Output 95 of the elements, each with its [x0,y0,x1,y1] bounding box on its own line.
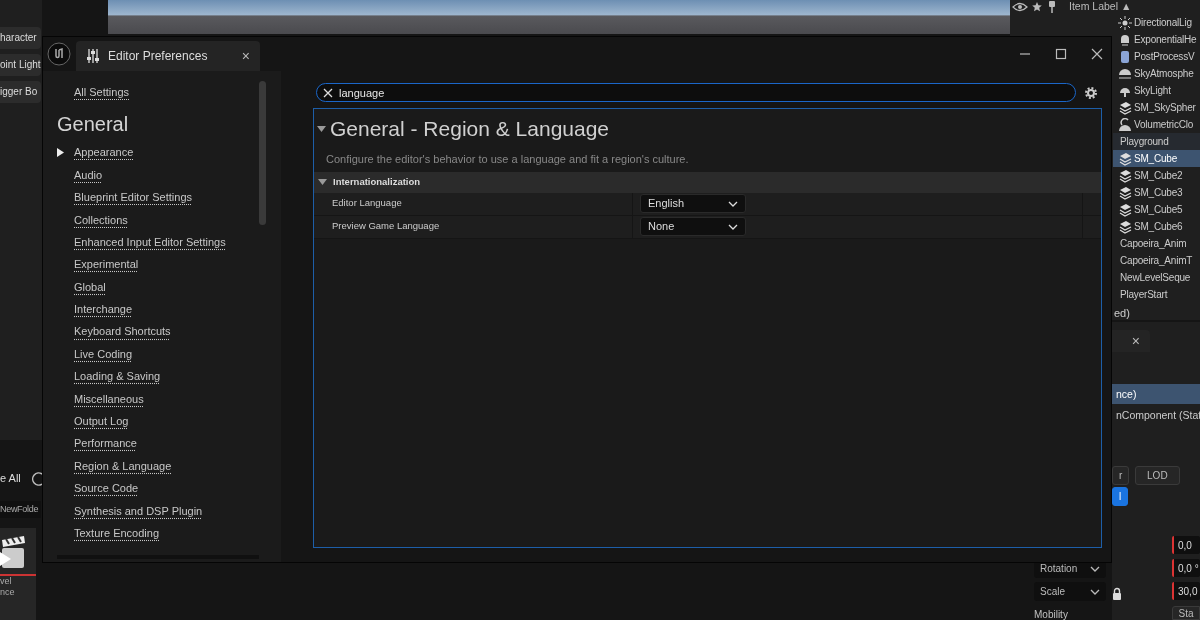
settings-link[interactable]: Global [74,275,106,299]
logo-icon [47,42,71,66]
outliner-row[interactable]: SM_Cube6 [1113,218,1200,235]
asset-label: nce [0,587,16,598]
settings-link[interactable]: All Settings [74,81,281,104]
cube-icon [1118,202,1132,217]
outliner-row[interactable]: SkyAtmosphe [1113,65,1200,82]
star-icon[interactable] [1031,1,1043,13]
dropdown[interactable]: None [640,217,746,236]
outliner-row[interactable]: SM_Cube3 [1113,184,1200,201]
chevron-down-icon [728,200,738,207]
filter-button[interactable]: r [1112,466,1130,485]
pin-icon[interactable] [1046,1,1058,13]
chevron-down-icon [728,223,738,230]
component-row[interactable]: nce) [1112,384,1200,404]
settings-link[interactable]: Source Code [74,477,139,500]
settings-link[interactable]: Output Log [74,410,129,433]
settings-link[interactable]: Performance [74,432,137,455]
collapse-arrow-icon[interactable] [318,179,327,185]
settings-link[interactable]: Keyboard Shortcuts [74,320,171,343]
settings-link[interactable]: Miscellaneous [74,387,144,411]
lamp-icon [1118,32,1132,47]
asset-label: vel [0,576,13,587]
outliner-row[interactable]: Capoeira_Anim [1113,235,1200,252]
section-title: General - Region & Language [330,116,610,142]
close-button[interactable]: × [241,49,250,63]
settings-link[interactable]: Texture Encoding [74,522,159,545]
asset-tile[interactable]: vel nce [0,528,36,620]
outliner-row[interactable]: VolumetricClo [1113,116,1200,133]
outliner-row[interactable]: DirectionalLig [1113,14,1200,31]
clear-icon[interactable] [323,87,333,98]
section-heading: General [57,112,130,138]
number-field[interactable]: 30,0 [1172,582,1200,600]
cylinder-icon [1118,49,1132,64]
filter-button[interactable]: l [1112,487,1129,506]
outliner-row[interactable]: NewLevelSeque [1113,269,1200,286]
outliner-row[interactable]: PostProcessV [1113,48,1200,65]
collapse-arrow-icon[interactable] [317,125,326,132]
cube-icon [1118,219,1132,234]
scrollbar[interactable] [259,81,266,225]
settings-link[interactable]: Interchange [74,298,133,321]
outliner-row[interactable]: SM_Cube2 [1113,167,1200,184]
list-item[interactable]: igger Bo [0,81,41,103]
dropdown[interactable]: Scale [1034,582,1106,601]
settings-link[interactable]: Region & Language [74,454,172,478]
property-label: Preview Game Language [332,219,440,234]
settings-link[interactable]: Enhanced Input Editor Settings [74,230,226,254]
chevron-down-icon [1090,588,1100,595]
category-header[interactable]: Internationalization [333,174,421,190]
filter-button[interactable]: LOD [1134,466,1180,485]
property-label: Mobility [1034,608,1069,620]
mobility-button[interactable]: Sta [1172,606,1200,620]
property-label: Editor Language [332,196,402,211]
outliner-row[interactable]: SM_Cube [1113,150,1200,167]
toolbar-button[interactable]: e All [0,470,30,487]
expand-arrow-icon[interactable] [57,148,64,158]
path-field[interactable]: NewFolde [0,501,41,518]
settings-link[interactable]: Appearance [74,141,134,164]
outliner-row[interactable]: SM_Cube5 [1113,201,1200,218]
outliner-row[interactable]: Capoeira_AnimT [1113,252,1200,269]
sliders-icon [86,48,100,64]
chevron-down-icon [1090,565,1100,572]
light-icon [1118,15,1132,30]
settings-link[interactable]: Live Coding [74,342,133,366]
section-description: Configure the editor's behavior to use a language and fit a region's culture. [325,151,690,167]
number-field[interactable]: 0,0 [1172,536,1200,554]
settings-link[interactable]: Blueprint Editor Settings [74,186,192,209]
column-header[interactable]: Item Label ▲ [1069,0,1132,15]
close-button[interactable]: × [1131,334,1140,348]
outliner-row[interactable]: PlayerStart [1113,286,1200,303]
search-field[interactable]: language [316,83,1076,102]
lock-icon[interactable] [1112,586,1122,600]
outliner-row[interactable]: Playground [1113,133,1200,150]
settings-link[interactable]: Synthesis and DSP Plugin [74,499,203,523]
settings-link[interactable]: Collections [74,208,128,231]
sky-icon [1118,66,1132,81]
maximize-icon[interactable] [1055,48,1067,60]
list-item[interactable]: oint Light [0,54,41,76]
settings-link[interactable]: Experimental [74,253,139,276]
outliner-row[interactable]: ExponentialHe [1113,31,1200,48]
number-field[interactable]: 0,0 ° [1172,559,1200,577]
settings-link[interactable]: Audio [74,163,103,187]
outliner-row[interactable]: SM_SkySpher [1113,99,1200,116]
outliner-row[interactable]: SkyLight [1113,82,1200,99]
cube-icon [1118,100,1132,115]
cube-icon [1118,151,1132,166]
eye-icon[interactable] [1012,1,1028,13]
cube-icon [1118,185,1132,200]
dropdown[interactable]: English [640,194,746,213]
cube-icon [1118,168,1132,183]
close-icon[interactable] [1091,48,1103,60]
status-text: ed) [1114,306,1131,321]
list-item[interactable]: haracter [0,27,41,49]
window-tab[interactable]: Editor Preferences × [76,41,260,71]
settings-link[interactable]: Loading & Saving [74,365,161,388]
